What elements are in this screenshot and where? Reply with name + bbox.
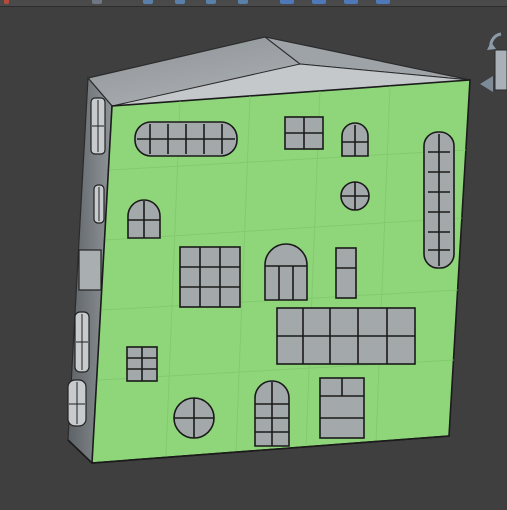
view-back-icon[interactable]: [238, 0, 248, 4]
window-tall-right[interactable]: [423, 131, 455, 269]
arrow-right-icon[interactable]: [175, 0, 185, 4]
window-round-bottom[interactable]: [173, 397, 215, 439]
view-front-icon[interactable]: [206, 0, 216, 4]
window-stacked-bottom[interactable]: [319, 377, 365, 439]
window-arched-door-center[interactable]: [264, 243, 308, 301]
snap-icon[interactable]: [92, 0, 102, 4]
window-grid-lower-right[interactable]: [276, 307, 416, 365]
model-canvas[interactable]: [0, 7, 507, 510]
window-arch-left[interactable]: [127, 199, 161, 239]
window-arch-top-right[interactable]: [341, 122, 369, 157]
window-oval-top[interactable]: [134, 121, 238, 157]
3d-viewport[interactable]: [0, 7, 507, 510]
view-left-icon[interactable]: [376, 0, 390, 4]
record-icon[interactable]: [4, 0, 9, 4]
window-round-mid[interactable]: [340, 181, 370, 211]
window-square-top[interactable]: [284, 116, 324, 150]
window-grid-center-left[interactable]: [179, 246, 241, 308]
navigation-cube-icon[interactable]: [477, 28, 507, 98]
view-iso-icon[interactable]: [280, 0, 294, 4]
arrow-left-icon[interactable]: [143, 0, 153, 4]
window-small-left[interactable]: [126, 346, 158, 382]
view-right-icon[interactable]: [344, 0, 358, 4]
window-arched-door-bottom[interactable]: [254, 380, 290, 447]
window-narrow-center[interactable]: [335, 247, 357, 299]
view-top-icon[interactable]: [312, 0, 326, 4]
toolbar: [0, 0, 507, 7]
